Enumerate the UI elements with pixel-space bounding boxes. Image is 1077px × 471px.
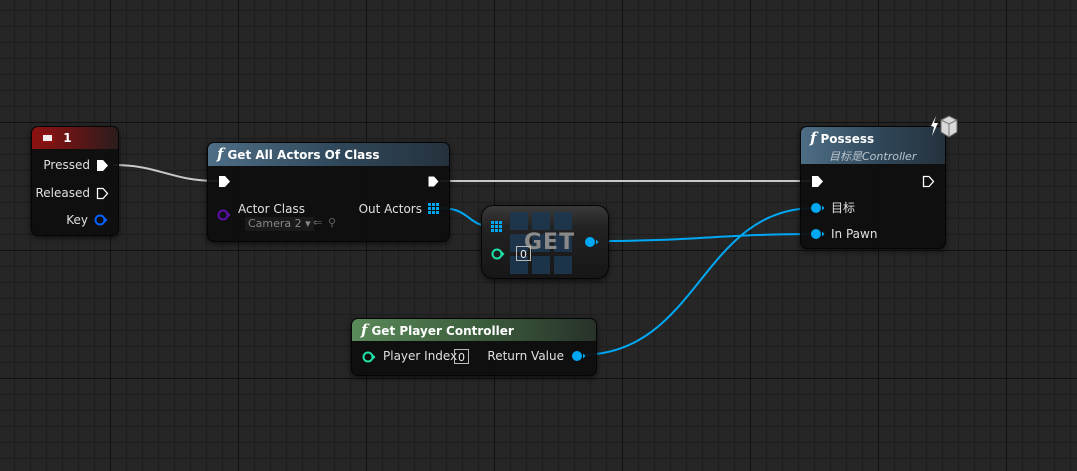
- get-all-actors-exec-in-pin[interactable]: [218, 175, 231, 188]
- possess-target-pin[interactable]: [810, 202, 826, 214]
- released-label: Released: [35, 186, 90, 200]
- key-struct-pin[interactable]: [94, 214, 108, 226]
- actor-class-value: Camera 2: [248, 217, 302, 230]
- get-player-controller-node[interactable]: f Get Player Controller Player Index 0 Re…: [351, 318, 597, 376]
- get-node-title: GET: [524, 230, 576, 255]
- possess-exec-out-pin[interactable]: [922, 175, 935, 188]
- authority-only-icon: [931, 115, 958, 138]
- return-value-pin[interactable]: [571, 350, 587, 362]
- get-all-actors-node[interactable]: f Get All Actors Of Class Actor Class Cam…: [207, 142, 450, 242]
- possess-in-pawn-pin[interactable]: [810, 228, 826, 240]
- browse-search-icon[interactable]: ⚲: [328, 216, 336, 229]
- possess-node[interactable]: f Possess 目标是Controller 目标 In Pawn: [800, 115, 958, 249]
- get-index-pin[interactable]: [491, 248, 506, 260]
- actor-class-combo[interactable]: Camera 2 ▾: [245, 217, 314, 231]
- chevron-down-icon: ▾: [305, 217, 311, 230]
- wire-returnvalue-to-target: [579, 207, 816, 356]
- possess-header[interactable]: f Possess 目标是Controller: [801, 127, 945, 164]
- pressed-exec-pin[interactable]: [96, 159, 109, 172]
- get-index-input[interactable]: 0: [516, 246, 531, 261]
- key-label: Key: [66, 213, 88, 227]
- out-actors-array-pin[interactable]: [428, 203, 439, 214]
- possess-title: Possess: [820, 132, 875, 146]
- get-all-actors-title: Get All Actors Of Class: [227, 148, 380, 162]
- possess-subtitle: 目标是Controller: [829, 150, 917, 163]
- get-all-actors-header[interactable]: f Get All Actors Of Class: [208, 143, 449, 166]
- pressed-label: Pressed: [43, 158, 90, 172]
- player-index-pin[interactable]: [362, 351, 377, 363]
- get-all-actors-exec-out-pin[interactable]: [427, 175, 440, 188]
- out-actors-label: Out Actors: [358, 202, 422, 216]
- key-node-header[interactable]: 1: [32, 127, 118, 149]
- return-value-label: Return Value: [487, 349, 564, 363]
- possess-in-pawn-label: In Pawn: [831, 227, 878, 241]
- get-player-controller-header[interactable]: f Get Player Controller: [352, 319, 596, 341]
- use-selected-arrow-icon[interactable]: ⇐: [313, 216, 322, 229]
- get-player-controller-title: Get Player Controller: [371, 324, 514, 338]
- possess-target-label: 目标: [831, 201, 856, 215]
- wire-get-to-inpawn: [592, 233, 816, 242]
- key-event-node[interactable]: 1 Pressed Released Key: [31, 126, 119, 236]
- possess-exec-in-pin[interactable]: [811, 175, 824, 188]
- actor-class-label: Actor Class: [238, 202, 305, 216]
- function-icon: f: [361, 321, 368, 339]
- array-get-node[interactable]: GET 0: [481, 205, 609, 279]
- function-icon: f: [217, 145, 224, 163]
- get-output-pin[interactable]: [584, 236, 600, 248]
- get-array-in-pin[interactable]: [491, 221, 502, 232]
- released-exec-pin[interactable]: [96, 187, 109, 200]
- function-icon: f: [810, 129, 817, 147]
- key-node-title: 1: [63, 131, 72, 145]
- actor-class-pin[interactable]: [217, 209, 232, 221]
- keyboard-icon: [41, 133, 54, 143]
- player-index-label: Player Index: [383, 349, 458, 363]
- player-index-input[interactable]: 0: [454, 349, 469, 364]
- exec-wire-pressed-to-getall: [112, 164, 219, 182]
